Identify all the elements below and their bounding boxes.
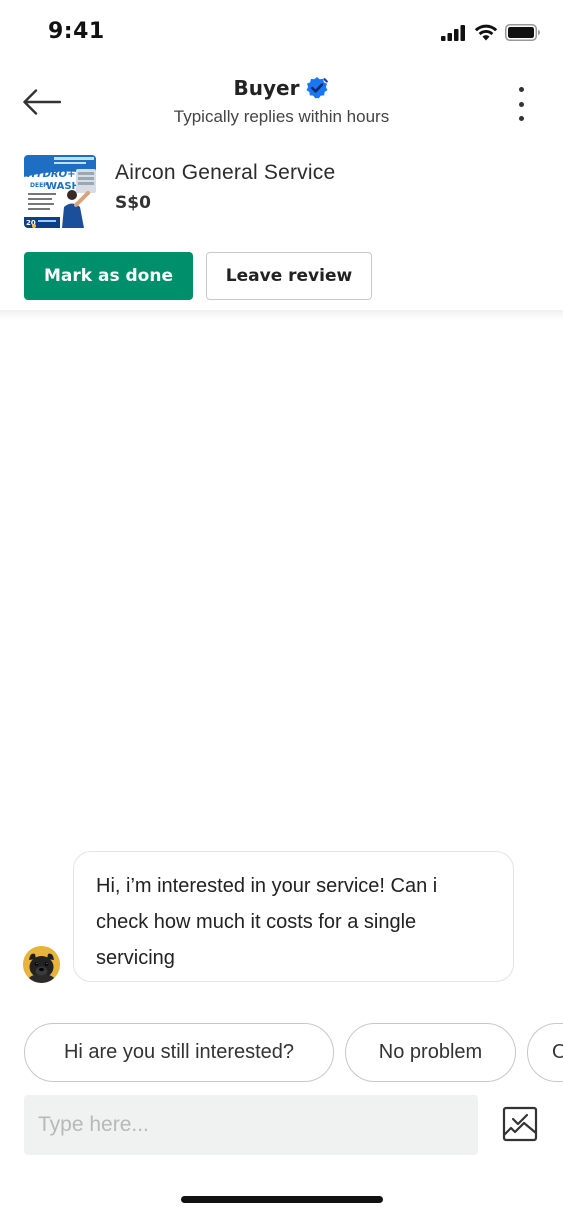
cellular-signal-icon xyxy=(441,24,465,41)
quick-reply-chip[interactable]: Hi are you still interested? xyxy=(24,1023,334,1082)
listing-name[interactable]: Aircon General Service xyxy=(115,161,335,185)
message-input[interactable] xyxy=(24,1095,478,1155)
message-text: Hi, i’m interested in your service! Can … xyxy=(96,875,438,969)
leave-review-button[interactable]: Leave review xyxy=(206,252,372,300)
image-upload-button[interactable] xyxy=(502,1106,538,1142)
listing-actions: Mark as done Leave review xyxy=(24,252,372,300)
status-bar: 9:41 xyxy=(0,0,563,66)
status-time: 9:41 xyxy=(48,19,105,44)
message-composer xyxy=(24,1095,478,1155)
quick-replies: Hi are you still interested? No problem O xyxy=(24,1023,563,1083)
listing-thumbnail[interactable]: HYDRO+ DEEP WASH 20 xyxy=(24,155,96,228)
reply-time-subtitle: Typically replies within hours xyxy=(173,107,390,126)
svg-text:WASH: WASH xyxy=(46,181,80,192)
svg-text:HYDRO+: HYDRO+ xyxy=(27,169,76,180)
more-options-button[interactable] xyxy=(509,84,533,124)
listing-price: S$0 xyxy=(115,193,151,213)
incoming-message-bubble[interactable]: Hi, i’m interested in your service! Can … xyxy=(73,851,514,982)
listing-info: Aircon General Service S$0 xyxy=(115,155,335,213)
status-icons xyxy=(441,24,541,41)
verified-badge-icon xyxy=(306,77,329,99)
image-upload-icon xyxy=(502,1106,538,1142)
more-vertical-icon xyxy=(518,87,524,92)
contact-name[interactable]: Buyer xyxy=(234,76,300,100)
battery-icon xyxy=(505,24,540,41)
avatar[interactable] xyxy=(23,946,60,983)
aircon-service-thumbnail-icon: HYDRO+ DEEP WASH 20 xyxy=(24,155,96,228)
mark-as-done-button[interactable]: Mark as done xyxy=(24,252,193,300)
quick-reply-chip[interactable]: No problem xyxy=(345,1023,516,1082)
home-indicator[interactable] xyxy=(181,1196,383,1203)
dog-avatar-icon xyxy=(23,946,60,983)
wifi-icon xyxy=(474,24,498,41)
chat-header: Buyer Typically replies within hours xyxy=(0,66,563,138)
quick-reply-chip[interactable]: O xyxy=(527,1023,563,1082)
header-title-block: Buyer Typically replies within hours xyxy=(0,76,563,127)
header-divider xyxy=(0,310,563,320)
listing-summary[interactable]: HYDRO+ DEEP WASH 20 Aircon General Servi… xyxy=(24,155,539,229)
